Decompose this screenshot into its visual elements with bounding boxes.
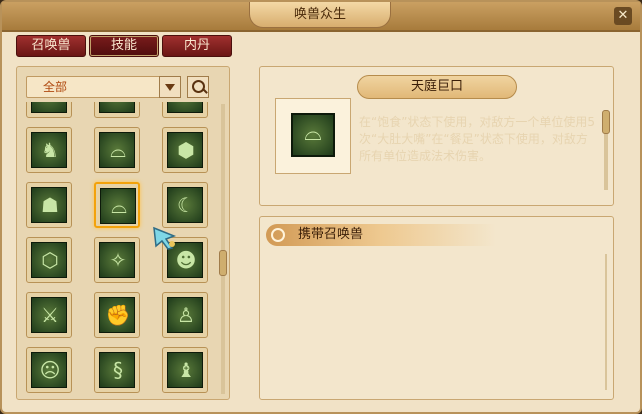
skill-slot[interactable]: ✊: [94, 292, 140, 338]
summon-window: 唤兽众生 ✕ 召唤兽 技能 内丹 全部 ≋♨✦♞⌓⬢☗⌓☾⬡✧☻⚔✊♙☹§♝ 天…: [0, 0, 642, 414]
skill-slot[interactable]: ⬡: [26, 237, 72, 283]
skill-description: 在“饱食”状态下使用，对敌方一个单位使用5次“大肚大嘴”在“餐足”状态下使用，对…: [359, 115, 596, 163]
skill-slot[interactable]: ⌓: [94, 182, 140, 228]
skill-slot[interactable]: ♙: [162, 292, 208, 338]
swirl-icon: [271, 228, 285, 242]
talisman-icon: ⬢: [177, 138, 195, 162]
tab-skills[interactable]: 技能: [89, 35, 159, 57]
carry-list-scrollbar[interactable]: [605, 254, 607, 390]
fist-icon: ✊: [105, 303, 131, 327]
description-scroll-thumb[interactable]: [602, 110, 610, 134]
dragon-head-icon: ♝: [177, 358, 195, 382]
spirit-icon: ♙: [177, 303, 195, 327]
star-moon-icon: ✧: [109, 248, 127, 272]
skill-slot[interactable]: ☗: [26, 182, 72, 228]
close-icon: ✕: [617, 8, 629, 23]
close-button[interactable]: ✕: [614, 7, 632, 25]
flame-icon: ♨: [100, 102, 136, 114]
tab-summon-beast[interactable]: 召唤兽: [16, 35, 86, 57]
skill-slot[interactable]: ⬢: [162, 127, 208, 173]
moon-icon: ☾: [177, 193, 195, 217]
tab-inner-core[interactable]: 内丹: [162, 35, 232, 57]
skill-slot[interactable]: ✧: [94, 237, 140, 283]
carry-summon-title: 携带召唤兽: [298, 227, 364, 242]
skill-grid-scrollbar[interactable]: [221, 104, 225, 394]
skill-slot[interactable]: §: [94, 347, 140, 393]
skill-slot[interactable]: ♨: [94, 102, 140, 118]
weapon-icon: ⚔: [41, 303, 59, 327]
dragon-icon: ♞: [41, 138, 59, 162]
claw-icon: ✦: [168, 102, 204, 114]
pointer-cursor-icon: [153, 226, 177, 250]
bowl-icon: ⌓: [291, 113, 335, 157]
waves-icon: ≋: [32, 102, 68, 114]
cube-icon: ⬡: [41, 248, 59, 272]
skill-slot[interactable]: ⌓: [94, 127, 140, 173]
skill-grid-scroll-thumb[interactable]: [219, 250, 227, 276]
search-button[interactable]: [187, 76, 209, 98]
title-bar: 唤兽众生 ✕: [2, 2, 640, 32]
bowl-icon: ⌓: [111, 194, 127, 218]
skill-slot[interactable]: ♝: [162, 347, 208, 393]
skill-slot[interactable]: ♞: [26, 127, 72, 173]
demon-face-icon: ☹: [39, 358, 61, 382]
bowl-icon: ⌓: [110, 138, 126, 162]
chevron-down-icon[interactable]: [159, 76, 181, 98]
skill-slot[interactable]: ☹: [26, 347, 72, 393]
filter-select[interactable]: 全部: [26, 76, 180, 98]
beast-icon: ☗: [41, 193, 59, 217]
skill-grid: ≋♨✦♞⌓⬢☗⌓☾⬡✧☻⚔✊♙☹§♝: [22, 102, 216, 400]
window-title: 唤兽众生: [249, 2, 391, 28]
skill-slot[interactable]: ≋: [26, 102, 72, 118]
skill-slot[interactable]: ✦: [162, 102, 208, 118]
skill-name: 天庭巨口: [357, 75, 517, 99]
skill-slot[interactable]: ☾: [162, 182, 208, 228]
serpent-icon: §: [113, 358, 123, 382]
skill-slot[interactable]: ⚔: [26, 292, 72, 338]
